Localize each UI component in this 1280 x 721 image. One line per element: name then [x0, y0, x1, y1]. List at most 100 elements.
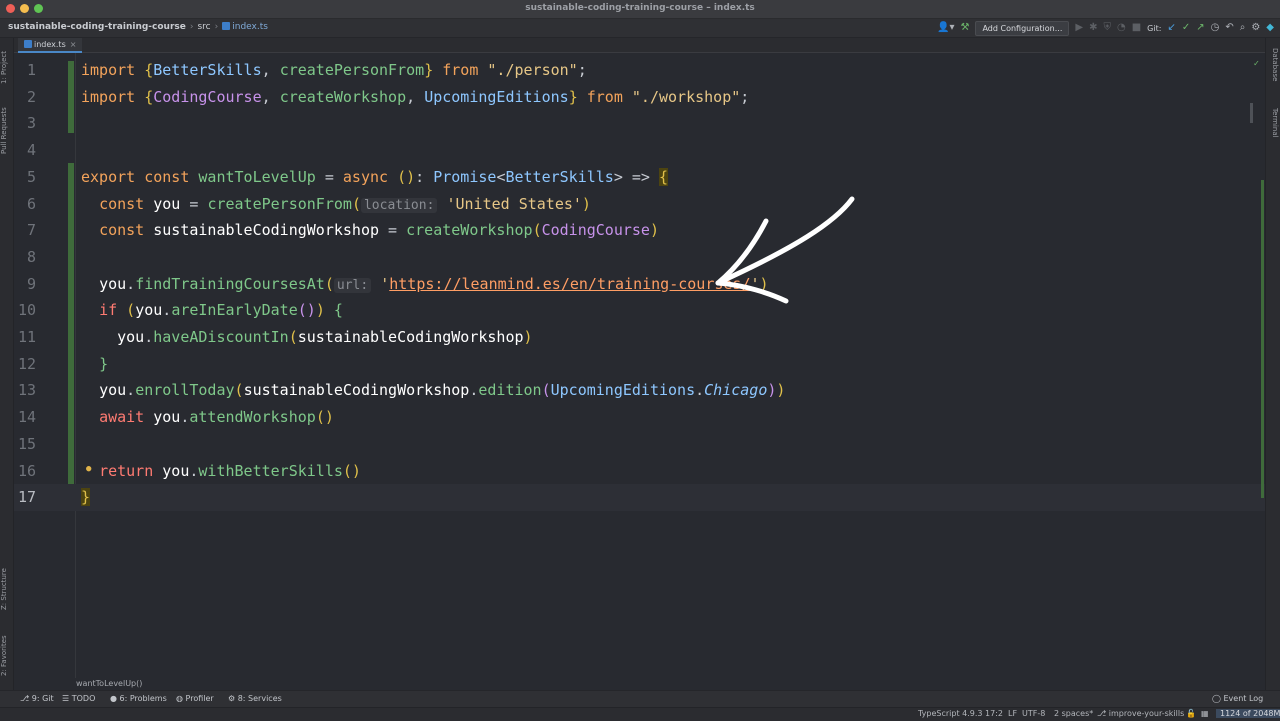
line-number: 17	[17, 488, 36, 507]
close-icon[interactable]: ×	[70, 40, 77, 49]
problems-icon: ●	[110, 694, 120, 703]
git-commit-icon[interactable]: ✓	[1182, 21, 1190, 35]
change-marker-stripe	[1261, 180, 1264, 498]
tool-window-git[interactable]: ⎇ 9: Git	[20, 694, 54, 703]
title-bar: sustainable-coding-training-course – ind…	[0, 0, 1280, 19]
code-text: you.findTrainingCoursesAt(url: 'https://…	[99, 274, 769, 293]
services-icon: ⚙	[228, 694, 238, 703]
event-log-icon: ◯	[1212, 694, 1224, 703]
editor-tab-index-ts[interactable]: index.ts ×	[18, 38, 83, 53]
code-line: 15	[14, 431, 1265, 458]
git-push-icon[interactable]: ↗	[1196, 21, 1204, 35]
breadcrumb-project[interactable]: sustainable-coding-training-course	[8, 22, 186, 32]
status-cursor-position[interactable]: 17:2	[985, 709, 1003, 718]
line-number: 16	[17, 461, 36, 480]
line-number: 12	[17, 354, 36, 373]
stop-icon[interactable]: ■	[1132, 21, 1141, 35]
line-number: 5	[26, 167, 36, 186]
code-text: import {CodingCourse, createWorkshop, Up…	[81, 87, 750, 106]
tool-tab-favorites[interactable]: 2: Favorites	[0, 628, 13, 684]
code-text: await you.attendWorkshop()	[99, 408, 334, 427]
code-line: 9 you.findTrainingCoursesAt(url: 'https:…	[14, 271, 1265, 298]
code-line: 7 const sustainableCodingWorkshop = crea…	[14, 217, 1265, 244]
status-language[interactable]: TypeScript 4.9.3	[918, 709, 982, 718]
code-text: return you.withBetterSkills()	[99, 461, 361, 480]
add-configuration-button[interactable]: Add Configuration...	[975, 20, 1070, 36]
git-branch-icon: ⎇	[1097, 709, 1109, 718]
code-text: if (you.areInEarlyDate()) {	[99, 301, 343, 320]
rollback-icon[interactable]: ↶	[1225, 21, 1233, 35]
inspection-ok-icon[interactable]: ✓	[1254, 59, 1259, 69]
tool-window-profiler[interactable]: ◍ Profiler	[176, 694, 214, 703]
user-icon[interactable]: 👤▾	[937, 21, 954, 35]
plugin-icon[interactable]: ◆	[1266, 21, 1274, 35]
tool-window-todo[interactable]: ☰ TODO	[62, 694, 95, 703]
list-icon: ☰	[62, 694, 72, 703]
read-only-icon[interactable]: ▦	[1201, 709, 1209, 718]
hammer-icon[interactable]: ⚒	[960, 21, 969, 35]
typescript-file-icon	[222, 22, 231, 30]
git-update-icon[interactable]: ↙	[1167, 21, 1175, 35]
line-number: 14	[17, 408, 36, 427]
code-text: const you = createPersonFrom(location: '…	[99, 194, 591, 213]
coverage-icon[interactable]: ⛨	[1103, 21, 1111, 35]
code-text: you.haveADiscountIn(sustainableCodingWor…	[117, 328, 533, 346]
chevron-right-icon: ›	[189, 22, 194, 32]
status-git-branch[interactable]: ⎇ improve-your-skills	[1097, 709, 1184, 718]
git-branch-icon: ⎇	[20, 694, 32, 703]
tool-tab-pull-requests[interactable]: Pull Requests	[0, 100, 13, 162]
chevron-right-icon: ›	[214, 22, 219, 32]
parameter-hint: url:	[333, 277, 372, 293]
history-icon[interactable]: ◷	[1211, 21, 1220, 35]
code-text: import {BetterSkills, createPersonFrom} …	[81, 61, 587, 79]
code-text: }	[99, 354, 109, 373]
status-encoding[interactable]: UTF-8	[1022, 709, 1045, 718]
editor-tab-label: index.ts	[34, 40, 66, 49]
line-number: 7	[26, 221, 36, 240]
tool-window-problems[interactable]: ● 6: Problems	[110, 694, 167, 703]
code-text: you.enrollToday(sustainableCodingWorksho…	[99, 381, 786, 400]
status-indent[interactable]: 2 spaces*	[1054, 709, 1093, 718]
line-number: 2	[26, 87, 36, 106]
breadcrumb-file[interactable]: index.ts	[232, 22, 268, 32]
left-tool-stripe: 1: Project Pull Requests Z: Structure 2:…	[0, 38, 14, 692]
tool-tab-structure[interactable]: Z: Structure	[0, 560, 13, 618]
gear-icon[interactable]: ⚙	[1251, 21, 1260, 35]
breadcrumb-folder[interactable]: src	[197, 22, 210, 32]
line-number: 10	[17, 301, 36, 320]
code-line: 4	[14, 137, 1265, 164]
navbar-actions: 👤▾ ⚒ Add Configuration... ▶ ✱ ⛨ ◔ ■ Git:…	[937, 20, 1274, 36]
line-number: 6	[26, 194, 36, 213]
code-editor[interactable]: 1 import {BetterSkills, createPersonFrom…	[14, 53, 1265, 678]
code-line: 8	[14, 244, 1265, 271]
tool-tab-database[interactable]: Database	[1267, 42, 1279, 88]
tool-window-event-log[interactable]: ◯ Event Log	[1212, 694, 1263, 703]
line-number: 11	[17, 328, 36, 346]
line-number: 1	[26, 61, 36, 79]
scrollbar-thumb[interactable]	[1250, 103, 1253, 123]
run-icon[interactable]: ▶	[1075, 21, 1083, 35]
annotation-arrow	[715, 196, 855, 304]
lock-icon[interactable]: 🔓	[1186, 709, 1196, 718]
code-line-current: 17 }	[14, 484, 1265, 511]
line-number: 8	[26, 247, 36, 266]
status-line-separator[interactable]: LF	[1008, 709, 1017, 718]
code-line: 6 const you = createPersonFrom(location:…	[14, 191, 1265, 218]
window-title: sustainable-coding-training-course – ind…	[525, 3, 755, 13]
profile-icon[interactable]: ◔	[1117, 21, 1126, 35]
parameter-hint: location:	[360, 197, 438, 213]
editor-tab-bar: index.ts ×	[14, 38, 1265, 53]
line-number: 3	[26, 114, 36, 133]
profiler-icon: ◍	[176, 694, 186, 703]
tool-tab-terminal[interactable]: Terminal	[1267, 100, 1279, 146]
memory-indicator[interactable]: 1124 of 2048M	[1216, 709, 1280, 718]
code-line: 10 if (you.areInEarlyDate()) {	[14, 297, 1265, 324]
search-icon[interactable]: ⌕	[1240, 21, 1246, 35]
tool-window-services[interactable]: ⚙ 8: Services	[228, 694, 282, 703]
editor-breadcrumb[interactable]: wantToLevelUp()	[76, 679, 142, 688]
debug-icon[interactable]: ✱	[1089, 21, 1097, 35]
code-line: 1 import {BetterSkills, createPersonFrom…	[14, 57, 1265, 84]
tool-tab-project[interactable]: 1: Project	[0, 42, 13, 94]
code-line: 3	[14, 110, 1265, 137]
url-link[interactable]: https://leanmind.es/en/training-courses/	[389, 275, 750, 293]
